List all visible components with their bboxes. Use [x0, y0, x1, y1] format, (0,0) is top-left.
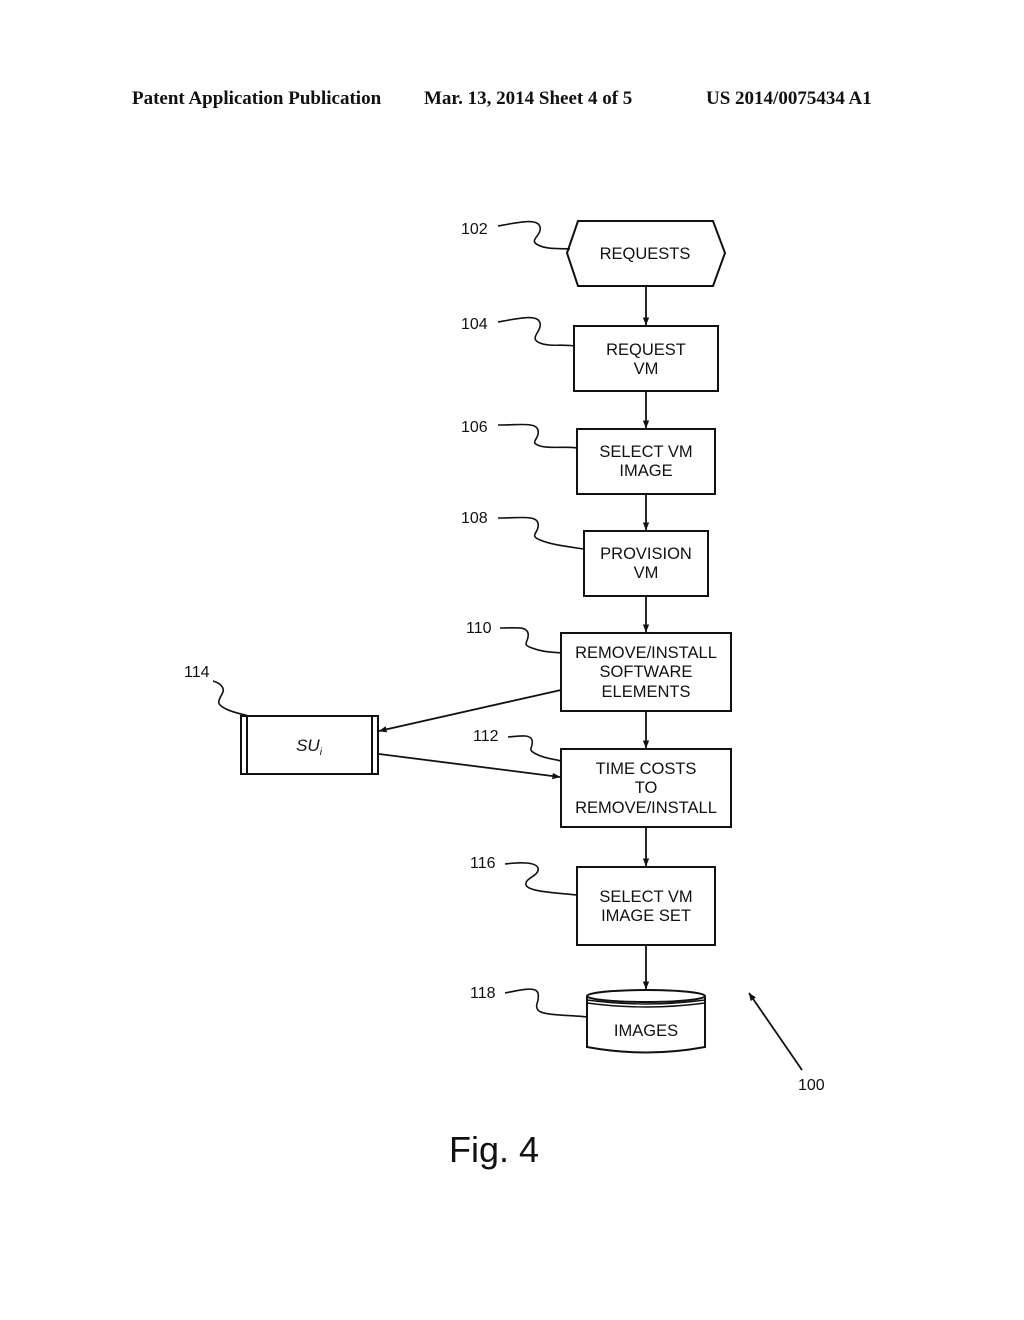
node-remove-install-software: REMOVE/INSTALL SOFTWARE ELEMENTS — [560, 632, 732, 712]
node-text: TO — [635, 779, 658, 797]
node-requests: REQUESTS — [565, 220, 727, 287]
ref-numeral-110: 110 — [466, 620, 492, 637]
node-text: REMOVE/INSTALL — [575, 799, 717, 817]
node-text: VM — [634, 564, 659, 582]
edge-110-114 — [378, 689, 562, 733]
leader-112 — [507, 735, 562, 762]
node-text: VM — [634, 360, 659, 378]
node-text: SELECT VM — [599, 888, 692, 906]
node-provision-vm: PROVISION VM — [583, 530, 709, 597]
ref-numeral-108: 108 — [461, 510, 488, 527]
node-text: REQUESTS — [600, 245, 691, 263]
node-text: IMAGE — [619, 462, 672, 480]
figure-ref-arrow-100 — [748, 992, 803, 1071]
ref-numeral-104: 104 — [461, 316, 488, 333]
node-select-vm-image-set: SELECT VM IMAGE SET — [576, 866, 716, 946]
ref-numeral-116: 116 — [470, 855, 496, 872]
node-request-vm: REQUEST VM — [573, 325, 719, 392]
leader-108 — [497, 516, 585, 550]
ref-numeral-102: 102 — [461, 221, 488, 238]
ref-numeral-114: 114 — [184, 664, 210, 681]
node-text: REMOVE/INSTALL — [575, 644, 717, 662]
node-text: PROVISION — [600, 545, 692, 563]
node-text: SELECT VM — [599, 443, 692, 461]
leader-102 — [497, 220, 571, 250]
node-text: SUi — [296, 736, 323, 758]
su-label: SU — [296, 736, 320, 755]
leader-106 — [497, 423, 578, 449]
node-text: IMAGE SET — [601, 907, 691, 925]
ref-numeral-100: 100 — [798, 1077, 825, 1094]
node-text: REQUEST — [606, 341, 686, 359]
ref-numeral-106: 106 — [461, 419, 488, 436]
flowchart: REQUESTS REQUEST VM SELECT VM IMAGE PROV… — [184, 220, 825, 1170]
leader-118 — [504, 988, 588, 1018]
node-text: ELEMENTS — [602, 683, 691, 701]
leader-114 — [212, 680, 249, 717]
node-text: SOFTWARE — [600, 663, 693, 681]
edge-114-112 — [378, 753, 561, 780]
ref-numeral-112: 112 — [473, 728, 499, 745]
leader-116 — [504, 862, 578, 896]
node-text: TIME COSTS — [596, 760, 697, 778]
node-text: IMAGES — [614, 1022, 678, 1040]
leader-104 — [497, 316, 575, 347]
node-images-database: IMAGES — [586, 989, 706, 1054]
ref-numeral-118: 118 — [470, 985, 496, 1002]
leader-110 — [499, 626, 562, 654]
node-time-costs: TIME COSTS TO REMOVE/INSTALL — [560, 748, 732, 828]
node-software-units: SUi — [240, 715, 379, 775]
node-select-vm-image: SELECT VM IMAGE — [576, 428, 716, 495]
figure-label: Fig. 4 — [449, 1129, 539, 1170]
cylinder-top — [586, 989, 706, 1003]
rect-shape — [576, 866, 716, 946]
